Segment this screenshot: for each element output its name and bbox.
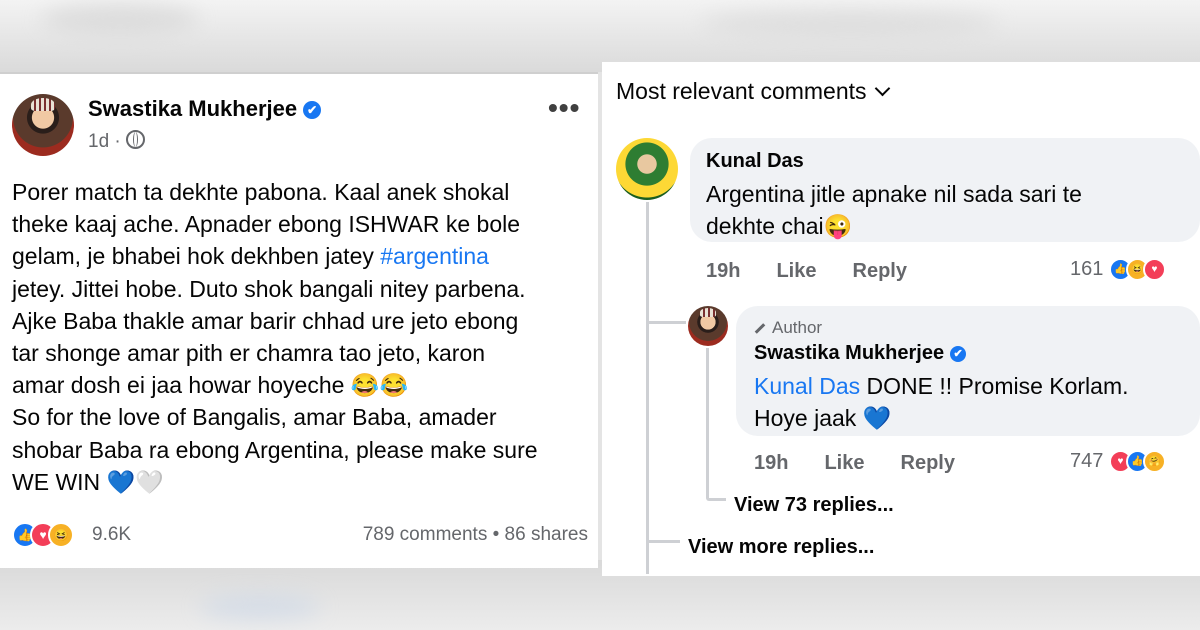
post-text-line: Ajke Baba thakle amar barir chhad ure je… xyxy=(12,307,519,334)
reply-button[interactable]: Reply xyxy=(901,452,955,474)
post-reactions-row: 👍 ♥ 😆 9.6K 789 comments • 86 shares xyxy=(12,522,588,550)
love-icon: ♥ xyxy=(1142,258,1166,282)
chevron-down-icon xyxy=(874,80,890,97)
post-timestamp[interactable]: 1d xyxy=(88,131,109,152)
comment-text-line: Argentina jitle apnake nil sada sari te xyxy=(706,181,1082,207)
reply-bubble: Author Swastika Mukherjee ✔ Kunal Das DON… xyxy=(736,306,1200,436)
comment-bubble: Kunal Das Argentina jitle apnake nil sad… xyxy=(690,138,1200,242)
comment-text-line: dekhte chai😜 xyxy=(706,213,853,239)
post-text-line: theke kaaj ache. Apnader ebong ISHWAR ke… xyxy=(12,211,521,238)
more-options-icon[interactable]: ••• xyxy=(548,92,580,124)
post-author-avatar[interactable] xyxy=(12,94,74,156)
post-text-line: So for the love of Bangalis, amar Baba, … xyxy=(12,404,497,431)
author-badge: Author xyxy=(754,318,822,338)
comment-reactions[interactable]: 161 👍 😆 ♥ xyxy=(1070,258,1166,282)
thread-line xyxy=(646,202,649,574)
reply-text-line: Hoye jaak 💙 xyxy=(754,405,892,431)
post-meta: 1d · xyxy=(88,130,146,153)
comments-count-link[interactable]: 789 comments xyxy=(363,524,488,545)
reply-text-line: Kunal Das DONE !! Promise Korlam. xyxy=(754,370,1129,402)
post-author-name[interactable]: Swastika Mukherjee ✔ xyxy=(88,96,322,122)
author-badge-label: Author xyxy=(772,318,823,337)
post-text-line: tar shonge amar pith er chamra tao jeto,… xyxy=(12,340,486,367)
hashtag-link[interactable]: #argentina xyxy=(380,243,489,269)
thread-branch xyxy=(706,498,726,501)
reply-author-avatar[interactable] xyxy=(688,306,728,346)
reaction-count[interactable]: 9.6K xyxy=(92,524,131,546)
commenter-avatar[interactable] xyxy=(616,138,678,200)
thread-line xyxy=(706,348,709,498)
thread-branch xyxy=(646,321,686,324)
post-text-line: shobar Baba ra ebong Argentina, please m… xyxy=(12,436,538,463)
post-text-line: gelam, je bhabei hok dekhben jatey #arge… xyxy=(12,240,587,272)
thread-branch xyxy=(646,540,680,543)
globe-icon xyxy=(126,130,146,149)
comments-card: Most relevant comments Kunal Das Argenti… xyxy=(602,62,1200,576)
view-more-replies-link[interactable]: View more replies... xyxy=(688,536,874,559)
verified-badge-icon: ✔ xyxy=(303,101,322,119)
mention-link[interactable]: Kunal Das xyxy=(754,373,860,399)
haha-icon: 😆 xyxy=(48,522,74,548)
reply-timestamp[interactable]: 19h xyxy=(754,452,788,474)
post-text-line: Porer match ta dekhte pabona. Kaal anek … xyxy=(12,179,510,205)
reply-actions: 19h Like Reply xyxy=(754,452,991,475)
background-blur-shape xyxy=(40,4,200,34)
background-blur-shape xyxy=(700,10,1000,36)
reply-author-label: Swastika Mukherjee xyxy=(754,342,945,364)
reply-button[interactable]: Reply xyxy=(853,260,907,282)
comment-timestamp[interactable]: 19h xyxy=(706,260,740,282)
comment-actions: 19h Like Reply xyxy=(706,260,943,283)
engagement-summary: 789 comments • 86 shares xyxy=(363,524,588,546)
verified-badge-icon: ✔ xyxy=(950,346,967,362)
comment-reaction-count: 161 xyxy=(1070,258,1104,280)
comment-sort-label: Most relevant comments xyxy=(616,78,867,104)
background-blur-shape xyxy=(200,594,320,620)
shares-count-link[interactable]: 86 shares xyxy=(505,524,588,545)
post-text-line: jetey. Jittei hobe. Duto shok bangali ni… xyxy=(12,275,526,302)
post-card: Swastika Mukherjee ✔ 1d · ••• Porer match… xyxy=(0,72,598,568)
like-button[interactable]: Like xyxy=(776,260,816,282)
engagement-separator: • xyxy=(492,524,500,545)
post-text-fragment: gelam, je bhabei hok dekhben jatey xyxy=(12,243,381,270)
post-text-line: WE WIN 💙🤍 xyxy=(12,468,164,495)
care-icon: 🤗 xyxy=(1142,450,1166,474)
post-text-line: amar dosh ei jaa howar hoyeche 😂😂 xyxy=(12,372,409,399)
reply-reactions[interactable]: 747 ♥ 👍 🤗 xyxy=(1070,450,1166,474)
reaction-icons[interactable]: 👍 ♥ 😆 xyxy=(12,522,74,548)
comment-sort-dropdown[interactable]: Most relevant comments xyxy=(616,78,890,105)
post-author-label[interactable]: Swastika Mukherjee xyxy=(88,96,297,121)
commenter-name[interactable]: Kunal Das xyxy=(706,150,804,173)
pencil-icon xyxy=(754,323,766,334)
post-text: Porer match ta dekhte pabona. Kaal anek … xyxy=(12,176,587,498)
view-replies-link[interactable]: View 73 replies... xyxy=(734,494,894,517)
reply-author-name[interactable]: Swastika Mukherjee ✔ xyxy=(754,342,967,365)
like-button[interactable]: Like xyxy=(824,452,864,474)
reply-text-fragment: DONE !! Promise Korlam. xyxy=(860,373,1129,399)
reply-reaction-count: 747 xyxy=(1070,450,1104,472)
meta-separator: · xyxy=(114,131,121,152)
